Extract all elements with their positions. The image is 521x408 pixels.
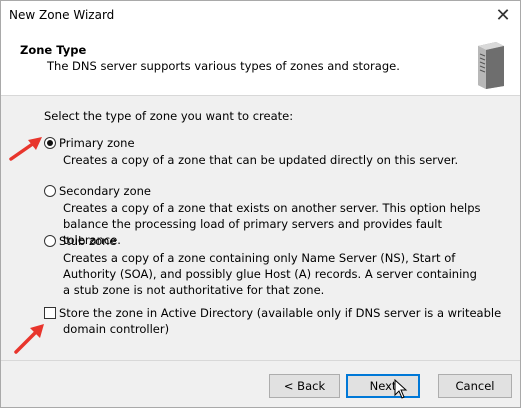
back-button[interactable]: < Back — [269, 374, 340, 398]
primary-zone-label: Primary zone — [59, 136, 135, 150]
radio-icon[interactable] — [44, 185, 56, 197]
footer-divider — [1, 360, 520, 361]
cancel-button[interactable]: Cancel — [438, 374, 512, 398]
secondary-zone-label: Secondary zone — [59, 184, 151, 198]
wizard-body: Select the type of zone you want to crea… — [1, 96, 520, 359]
mouse-cursor-icon — [394, 379, 408, 399]
zone-type-prompt: Select the type of zone you want to crea… — [44, 109, 294, 123]
annotation-arrow-icon — [14, 324, 44, 354]
radio-icon[interactable] — [44, 235, 56, 247]
stub-zone-radio[interactable]: Stub zone — [44, 234, 117, 248]
active-directory-label: Store the zone in Active Directory (avai… — [59, 306, 502, 336]
close-icon[interactable]: ✕ — [492, 5, 514, 27]
wizard-window: New Zone Wizard ✕ Zone Type The DNS serv… — [0, 0, 521, 408]
secondary-zone-description: Creates a copy of a zone that exists on … — [63, 201, 481, 247]
radio-selected-icon[interactable] — [44, 137, 56, 149]
page-subtitle: The DNS server supports various types of… — [47, 59, 400, 73]
server-icon — [478, 42, 504, 89]
primary-zone-radio[interactable]: Primary zone — [44, 136, 135, 150]
window-title: New Zone Wizard — [9, 8, 115, 22]
checkbox-icon[interactable] — [44, 307, 56, 319]
next-button[interactable]: Next — [346, 374, 420, 398]
stub-zone-label: Stub zone — [59, 234, 117, 248]
active-directory-checkbox[interactable]: Store the zone in Active Directory (avai… — [44, 305, 513, 337]
secondary-zone-radio[interactable]: Secondary zone — [44, 184, 151, 198]
title-bar: New Zone Wizard ✕ — [1, 1, 520, 32]
wizard-header: Zone Type The DNS server supports variou… — [1, 32, 520, 96]
annotation-arrow-icon — [9, 137, 42, 161]
page-title: Zone Type — [20, 43, 87, 57]
stub-zone-description: Creates a copy of a zone containing only… — [63, 251, 477, 297]
primary-zone-description: Creates a copy of a zone that can be upd… — [63, 153, 459, 167]
